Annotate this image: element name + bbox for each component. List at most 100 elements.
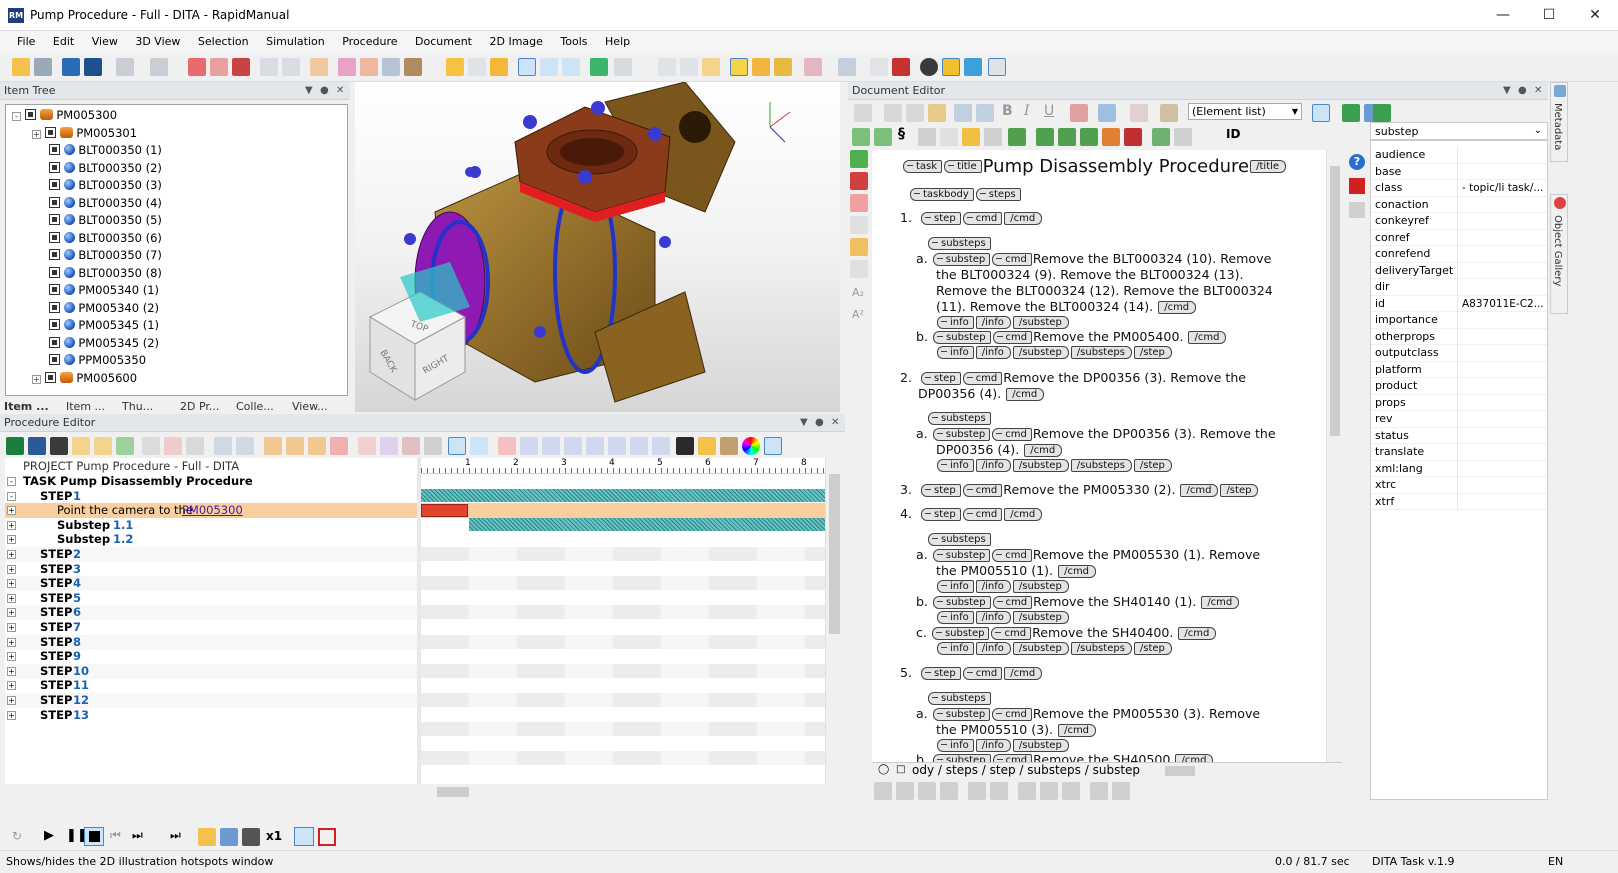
delete-icon[interactable]	[188, 58, 206, 76]
expand-icon[interactable]: +	[7, 637, 16, 647]
settings-icon[interactable]	[242, 828, 260, 846]
parts-icon[interactable]	[338, 58, 356, 76]
property-row[interactable]: importance	[1371, 312, 1547, 329]
tag-esubstep[interactable]: /substep	[1012, 316, 1069, 329]
menu-simulation[interactable]: Simulation	[259, 31, 332, 48]
tab-item-tree[interactable]: Item ...	[4, 400, 49, 413]
gantt-timeline[interactable]	[421, 474, 825, 784]
page-icon[interactable]: □	[896, 764, 905, 775]
tag-warn-icon[interactable]	[1102, 128, 1120, 146]
panel-menu-icon[interactable]: ▼	[800, 414, 808, 432]
window2-icon[interactable]	[680, 58, 698, 76]
split-cells-icon[interactable]	[990, 782, 1008, 800]
split-row-icon[interactable]	[850, 216, 868, 234]
tag-substep[interactable]: substep	[932, 253, 991, 266]
property-row[interactable]: xtrc	[1371, 477, 1547, 494]
tag-einfo[interactable]: /info	[975, 316, 1011, 329]
tab-views[interactable]: View...	[292, 400, 328, 413]
tag-cmd[interactable]: cmd	[992, 549, 1032, 562]
monitor-icon[interactable]	[84, 58, 102, 76]
property-row[interactable]: conref	[1371, 229, 1547, 246]
action-link[interactable]: PM005300	[182, 503, 243, 518]
filter-icon[interactable]	[1008, 128, 1026, 146]
visibility-checkbox[interactable]	[48, 196, 60, 208]
tree-item[interactable]: PM005345 (1)	[32, 317, 159, 334]
menu-file[interactable]: File	[10, 31, 42, 48]
note2-icon[interactable]	[94, 437, 112, 455]
step-row[interactable]: + STEP 12	[5, 693, 417, 708]
property-row[interactable]: platform	[1371, 361, 1547, 378]
visibility-checkbox[interactable]	[48, 301, 60, 313]
stop-button[interactable]	[84, 827, 104, 846]
property-row[interactable]: xml:lang	[1371, 460, 1547, 477]
step-row[interactable]: + STEP 6	[5, 605, 417, 621]
tag-esubsteps[interactable]: /substeps	[1070, 459, 1132, 472]
tree-item[interactable]: BLT000350 (7)	[32, 247, 162, 264]
add-row-icon[interactable]	[850, 150, 868, 168]
visibility-checkbox[interactable]	[48, 336, 60, 348]
tag-info[interactable]: info	[937, 611, 974, 624]
tab-item-2[interactable]: Item ...	[66, 400, 105, 413]
gantt-hscrollbar[interactable]	[421, 784, 825, 800]
menu-document[interactable]: Document	[408, 31, 479, 48]
tree-item[interactable]: + PM005301	[32, 125, 137, 142]
search-step-icon[interactable]	[402, 437, 420, 455]
remove-row2-icon[interactable]	[850, 194, 868, 212]
edit-icon[interactable]	[142, 437, 160, 455]
substep-number[interactable]: 1.1	[113, 518, 133, 533]
copy-doc-icon[interactable]	[906, 104, 924, 122]
panel-menu-icon[interactable]: ▼	[1503, 82, 1511, 100]
subscript-icon[interactable]: A₂	[852, 286, 864, 299]
expand-icon[interactable]: +	[7, 623, 16, 632]
tree-item[interactable]: BLT000350 (8)	[32, 265, 162, 282]
visibility-checkbox[interactable]	[48, 214, 60, 225]
move-up-icon[interactable]	[214, 437, 232, 455]
panel-close-icon[interactable]: ✕	[336, 82, 344, 100]
down-icon[interactable]	[850, 238, 868, 256]
step-number[interactable]: 2	[73, 547, 81, 562]
tag-einfo[interactable]: /info	[975, 459, 1011, 472]
tag-substeps[interactable]: substeps	[928, 412, 991, 425]
pin-icon[interactable]: ●	[815, 414, 824, 432]
delete-all-icon[interactable]	[210, 58, 228, 76]
tree-item[interactable]: BLT000350 (1)	[32, 142, 162, 159]
element-breadcrumb[interactable]: ody / steps / step / substeps / substep	[912, 763, 1140, 777]
open-folder-icon[interactable]	[12, 58, 30, 76]
tag-task[interactable]: task	[903, 160, 943, 173]
visibility-checkbox[interactable]	[48, 231, 60, 243]
tree-item[interactable]: BLT000350 (6)	[32, 230, 162, 247]
insert-icon[interactable]	[954, 104, 972, 122]
tag-substep[interactable]: substep	[933, 596, 991, 609]
property-row[interactable]: rev	[1371, 411, 1547, 428]
property-row[interactable]: product	[1371, 378, 1547, 395]
tag-title[interactable]: title	[944, 160, 982, 173]
zoom-out-icon[interactable]	[470, 437, 488, 455]
paste-icon[interactable]	[854, 104, 872, 122]
delete-step-icon[interactable]	[164, 437, 182, 455]
expand-icon[interactable]: +	[7, 550, 16, 559]
property-row[interactable]: base	[1371, 163, 1547, 180]
tag-einfo[interactable]: /info	[975, 642, 1011, 655]
tag-esubstep[interactable]: /substep	[1012, 580, 1069, 593]
step-number[interactable]: 12	[73, 693, 89, 708]
flag3-icon[interactable]	[308, 437, 326, 455]
panel-close-icon[interactable]: ✕	[831, 414, 839, 432]
tool-icon[interactable]	[404, 58, 422, 76]
visibility-checkbox[interactable]	[48, 354, 60, 365]
tag-ecmd[interactable]: /cmd	[1178, 627, 1217, 640]
expand-icon[interactable]: +	[7, 696, 16, 705]
minimize-button[interactable]: —	[1480, 0, 1526, 31]
view-cube[interactable]: TOP RIGHT BACK	[368, 262, 470, 401]
publish-icon[interactable]	[62, 58, 80, 76]
property-row[interactable]: outputclass	[1371, 345, 1547, 362]
tag-ecmd[interactable]: /cmd	[1180, 484, 1219, 497]
tag-cmd[interactable]: cmd	[992, 331, 1033, 344]
hardhat-icon[interactable]	[942, 58, 960, 76]
expand-icon[interactable]: +	[7, 652, 16, 662]
tag-substep[interactable]: substep	[933, 754, 991, 762]
loop-icon[interactable]: ↻	[12, 829, 22, 843]
tab-thumbnails[interactable]: Thu...	[122, 400, 153, 413]
tag-esubstep[interactable]: /substep	[1012, 346, 1069, 359]
visibility-checkbox[interactable]	[48, 144, 60, 155]
clipboard-icon[interactable]	[928, 104, 946, 122]
